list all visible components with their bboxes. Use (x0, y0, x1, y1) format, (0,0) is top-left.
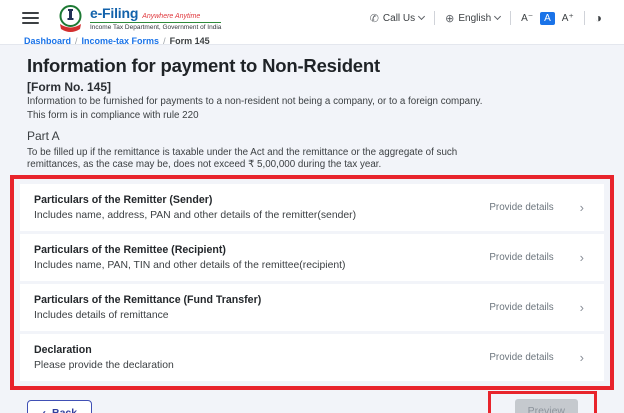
call-us-label: Call Us (383, 13, 415, 24)
breadcrumb-income-tax-forms[interactable]: Income-tax Forms (82, 36, 160, 45)
section-subtitle: Includes name, PAN, TIN and other detail… (34, 259, 346, 273)
chevron-down-icon (494, 13, 501, 20)
divider (510, 11, 511, 25)
part-a-label: Part A (27, 129, 597, 143)
globe-icon: ⊕ (445, 12, 454, 25)
provide-details-link[interactable]: Provide details (489, 352, 553, 363)
chevron-right-icon[interactable]: › (580, 203, 584, 213)
top-header: e-Filing Anywhere Anytime Income Tax Dep… (0, 0, 624, 36)
breadcrumb-form-145: Form 145 (170, 36, 210, 45)
provide-details-link[interactable]: Provide details (489, 302, 553, 313)
form-number: [Form No. 145] (27, 80, 597, 94)
section-subtitle: Please provide the declaration (34, 359, 174, 373)
chevron-right-icon[interactable]: › (580, 303, 584, 313)
brand-name: e-Filing (90, 5, 138, 21)
section-title: Particulars of the Remitter (Sender) (34, 193, 356, 207)
form-description-line2: This form is in compliance with rule 220 (27, 110, 597, 122)
chevron-down-icon (418, 13, 425, 20)
sections-annotation-box: Particulars of the Remitter (Sender) Inc… (10, 175, 614, 390)
main-content: Information for payment to Non-Resident … (0, 45, 624, 390)
language-menu[interactable]: ⊕ English (445, 12, 500, 25)
section-card-remittee[interactable]: Particulars of the Remittee (Recipient) … (20, 234, 604, 281)
font-increase-button[interactable]: A⁺ (562, 13, 574, 24)
font-normal-button[interactable]: A (540, 12, 555, 25)
section-subtitle: Includes details of remittance (34, 309, 261, 323)
section-title: Particulars of the Remittance (Fund Tran… (34, 293, 261, 307)
brand-tagline: Anywhere Anytime (142, 13, 200, 20)
dark-mode-toggle-icon[interactable]: ◑ (595, 11, 602, 25)
back-button-label: Back (52, 407, 77, 413)
section-subtitle: Includes name, address, PAN and other de… (34, 209, 356, 223)
efiling-logo[interactable]: e-Filing Anywhere Anytime Income Tax Dep… (57, 4, 221, 33)
section-card-remittance[interactable]: Particulars of the Remittance (Fund Tran… (20, 284, 604, 331)
chevron-right-icon[interactable]: › (580, 353, 584, 363)
preview-button[interactable]: Preview (515, 399, 578, 413)
hamburger-menu-icon[interactable] (22, 12, 39, 24)
section-title: Particulars of the Remittee (Recipient) (34, 243, 346, 257)
divider (434, 11, 435, 25)
section-card-remitter[interactable]: Particulars of the Remitter (Sender) Inc… (20, 184, 604, 231)
breadcrumb: Dashboard / Income-tax Forms / Form 145 (0, 36, 624, 45)
section-card-declaration[interactable]: Declaration Please provide the declarati… (20, 334, 604, 381)
income-tax-emblem-icon (57, 4, 84, 33)
footer-actions: ‹ Back Preview (0, 390, 624, 413)
font-decrease-button[interactable]: A⁻ (521, 13, 533, 24)
brand-subtitle: Income Tax Department, Government of Ind… (90, 22, 221, 31)
divider (584, 11, 585, 25)
font-size-controls: A⁻ A A⁺ (521, 12, 574, 25)
language-label: English (458, 13, 491, 24)
chevron-left-icon: ‹ (42, 409, 46, 413)
breadcrumb-dashboard[interactable]: Dashboard (24, 36, 71, 45)
breadcrumb-separator: / (75, 36, 78, 45)
chevron-right-icon[interactable]: › (580, 253, 584, 263)
page-title: Information for payment to Non-Resident (27, 55, 597, 77)
back-button[interactable]: ‹ Back (27, 400, 92, 413)
section-title: Declaration (34, 343, 174, 357)
call-us-menu[interactable]: ✆ Call Us (370, 12, 424, 25)
breadcrumb-separator: / (163, 36, 166, 45)
part-a-note: To be filled up if the remittance is tax… (27, 147, 505, 170)
provide-details-link[interactable]: Provide details (489, 202, 553, 213)
form-description-line1: Information to be furnished for payments… (27, 96, 597, 108)
preview-annotation-box: Preview (488, 391, 597, 413)
phone-icon: ✆ (370, 12, 379, 25)
provide-details-link[interactable]: Provide details (489, 252, 553, 263)
